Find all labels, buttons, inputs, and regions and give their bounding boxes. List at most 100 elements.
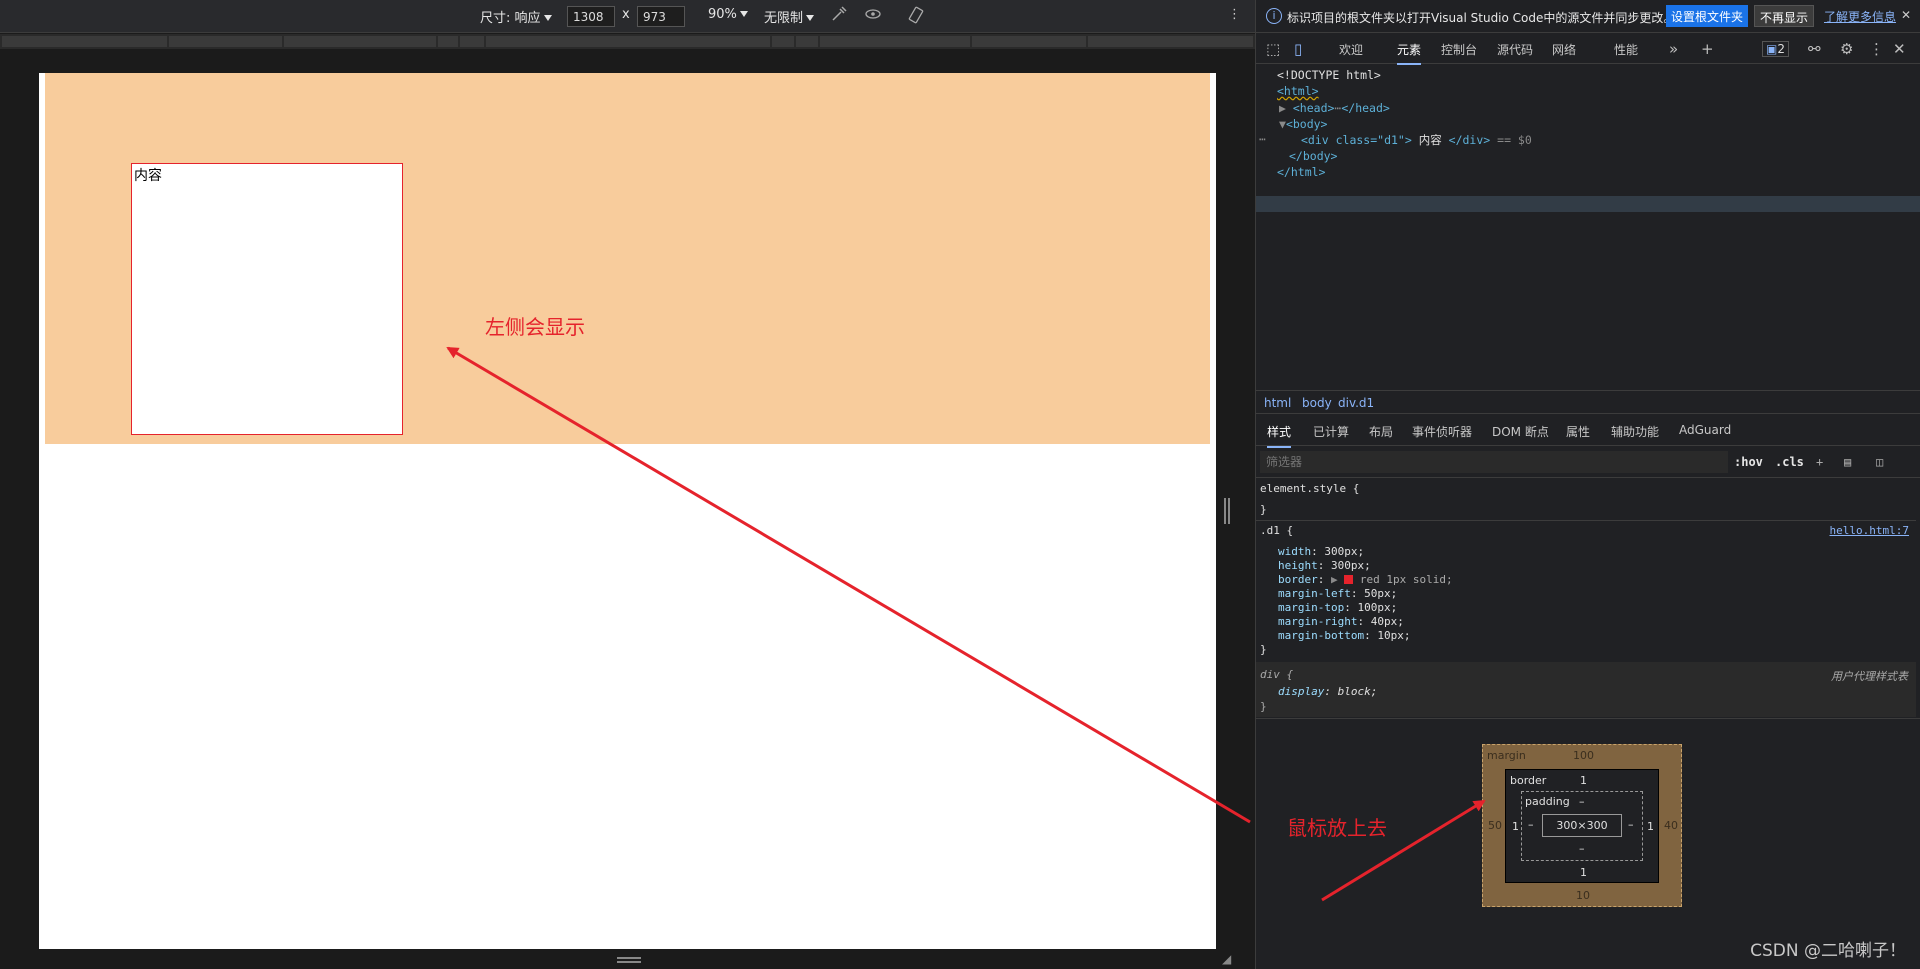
margin-bottom-value[interactable]: 10 bbox=[1576, 889, 1590, 902]
style-prop-margin-bottom[interactable]: margin-bottom: 10px; bbox=[1278, 629, 1410, 642]
box-model-padding[interactable]: padding – – – – 300×300 bbox=[1521, 791, 1643, 861]
expand-arrow-icon[interactable]: ▶ bbox=[1279, 101, 1286, 115]
row-ellipsis-icon[interactable]: ⋯ bbox=[1259, 132, 1266, 146]
border-left-value[interactable]: 1 bbox=[1512, 820, 1519, 833]
width-input[interactable] bbox=[567, 6, 615, 27]
style-prop-border[interactable]: border: ▶ red 1px solid; bbox=[1278, 573, 1453, 586]
tab-elements[interactable]: 元素 bbox=[1397, 41, 1422, 65]
div-d1[interactable]: 内容 bbox=[131, 163, 403, 435]
ruler-segment[interactable] bbox=[169, 36, 282, 47]
hov-toggle[interactable]: :hov bbox=[1734, 455, 1763, 469]
ruler-segment[interactable] bbox=[460, 36, 484, 47]
tab-performance[interactable]: 性能 bbox=[1614, 41, 1638, 58]
paint-icon[interactable]: ▤ bbox=[1844, 455, 1851, 469]
eyedropper-icon[interactable] bbox=[830, 5, 848, 27]
device-toggle-icon[interactable]: ▯ bbox=[1294, 40, 1302, 58]
subtab-event-listeners[interactable]: 事件侦听器 bbox=[1412, 423, 1472, 440]
bottom-resize-handle[interactable] bbox=[617, 957, 641, 963]
padding-left-value[interactable]: – bbox=[1528, 818, 1534, 831]
subtab-styles[interactable]: 样式 bbox=[1267, 423, 1292, 448]
side-resize-handle[interactable] bbox=[1224, 498, 1230, 524]
gear-icon[interactable]: ⚙ bbox=[1840, 40, 1853, 58]
dom-html[interactable]: <html> bbox=[1277, 84, 1319, 98]
style-prop-width[interactable]: width: 300px; bbox=[1278, 545, 1364, 558]
issues-badge[interactable]: ▣2 bbox=[1762, 41, 1789, 57]
style-prop-margin-right[interactable]: margin-right: 40px; bbox=[1278, 615, 1404, 628]
d1-selector[interactable]: .d1 { bbox=[1260, 524, 1293, 537]
ruler-segment[interactable] bbox=[772, 36, 794, 47]
margin-top-value[interactable]: 100 bbox=[1573, 749, 1594, 762]
box-model-margin[interactable]: margin 100 50 40 10 border 1 1 1 1 paddi… bbox=[1482, 744, 1682, 907]
more-options-icon[interactable]: ⋮ bbox=[1228, 7, 1241, 22]
crumb-div-d1[interactable]: div.d1 bbox=[1338, 396, 1374, 410]
d1-source-link[interactable]: hello.html:7 bbox=[1830, 524, 1909, 537]
padding-bottom-value[interactable]: – bbox=[1579, 842, 1585, 855]
dom-doctype[interactable]: <!DOCTYPE html> bbox=[1277, 68, 1381, 82]
selected-node-row[interactable] bbox=[1256, 196, 1920, 212]
dom-html-close[interactable]: </html> bbox=[1277, 165, 1325, 179]
subtab-layout[interactable]: 布局 bbox=[1369, 423, 1393, 440]
box-model-content[interactable]: 300×300 bbox=[1542, 814, 1622, 837]
add-tab-icon[interactable]: + bbox=[1701, 40, 1714, 58]
more-tabs-icon[interactable]: » bbox=[1669, 40, 1678, 58]
tab-network[interactable]: 网络 bbox=[1552, 41, 1576, 58]
crumb-html[interactable]: html bbox=[1264, 396, 1291, 410]
new-rule-icon[interactable]: + bbox=[1816, 455, 1823, 469]
border-top-value[interactable]: 1 bbox=[1580, 774, 1587, 787]
ruler-segment[interactable] bbox=[1088, 36, 1253, 47]
sidebar-toggle-icon[interactable]: ◫ bbox=[1876, 455, 1883, 469]
subtab-accessibility[interactable]: 辅助功能 bbox=[1611, 423, 1659, 440]
inspect-icon[interactable]: ⬚ bbox=[1266, 40, 1280, 58]
style-prop-height[interactable]: height: 300px; bbox=[1278, 559, 1371, 572]
color-swatch[interactable] bbox=[1344, 575, 1354, 584]
throttle-dropdown[interactable]: 无限制 bbox=[764, 7, 815, 26]
padding-top-value[interactable]: – bbox=[1579, 795, 1585, 808]
ruler-segment[interactable] bbox=[2, 36, 167, 47]
ruler-segment[interactable] bbox=[284, 36, 436, 47]
corner-resize-icon[interactable]: ◢ bbox=[1222, 952, 1231, 966]
ruler-segment[interactable] bbox=[438, 36, 458, 47]
tab-sources[interactable]: 源代码 bbox=[1497, 41, 1533, 58]
collapse-arrow-icon[interactable]: ▼ bbox=[1279, 117, 1286, 131]
expand-arrow-icon[interactable]: ▶ bbox=[1331, 573, 1338, 586]
filter-input[interactable] bbox=[1260, 451, 1728, 473]
more-options-icon[interactable]: ⋮ bbox=[1869, 40, 1884, 58]
element-style-selector[interactable]: element.style { bbox=[1260, 482, 1359, 495]
style-prop-margin-top[interactable]: margin-top: 100px; bbox=[1278, 601, 1397, 614]
border-right-value[interactable]: 1 bbox=[1647, 820, 1654, 833]
margin-left-value[interactable]: 50 bbox=[1488, 819, 1502, 832]
padding-right-value[interactable]: – bbox=[1628, 818, 1634, 831]
close-icon[interactable]: ✕ bbox=[1896, 5, 1916, 27]
subtab-properties[interactable]: 属性 bbox=[1566, 423, 1590, 440]
box-model-border[interactable]: border 1 1 1 1 padding – – – – 300×300 bbox=[1505, 769, 1659, 883]
dimensions-dropdown[interactable]: 尺寸: 响应 bbox=[480, 7, 552, 26]
tab-welcome[interactable]: 欢迎 bbox=[1339, 41, 1363, 58]
dont-show-again-button[interactable]: 不再显示 bbox=[1754, 5, 1815, 27]
border-bottom-value[interactable]: 1 bbox=[1580, 866, 1587, 879]
ruler-segment[interactable] bbox=[486, 36, 770, 47]
subtab-computed[interactable]: 已计算 bbox=[1313, 423, 1349, 440]
tab-console[interactable]: 控制台 bbox=[1441, 41, 1477, 58]
ua-prop-display[interactable]: display: block; bbox=[1278, 685, 1377, 698]
rotate-icon[interactable] bbox=[906, 5, 926, 29]
ruler-segment[interactable] bbox=[972, 36, 1086, 47]
zoom-dropdown[interactable]: 90% bbox=[708, 7, 748, 22]
margin-right-value[interactable]: 40 bbox=[1664, 819, 1678, 832]
dom-head[interactable]: ▶ <head>⋯</head> bbox=[1279, 101, 1390, 115]
set-root-folder-button[interactable]: 设置根文件夹 bbox=[1666, 5, 1749, 27]
close-devtools-icon[interactable]: ✕ bbox=[1893, 40, 1906, 58]
cls-toggle[interactable]: .cls bbox=[1775, 455, 1804, 469]
ruler-segment[interactable] bbox=[796, 36, 818, 47]
connect-icon[interactable]: ⚯ bbox=[1808, 40, 1821, 58]
subtab-dom-breakpoints[interactable]: DOM 断点 bbox=[1492, 423, 1549, 440]
height-input[interactable] bbox=[637, 6, 685, 27]
subtab-adguard[interactable]: AdGuard bbox=[1679, 423, 1731, 437]
crumb-body[interactable]: body bbox=[1302, 396, 1332, 410]
learn-more-link[interactable]: 了解更多信息 bbox=[1819, 5, 1901, 27]
ruler-segment[interactable] bbox=[820, 36, 970, 47]
style-prop-margin-left[interactable]: margin-left: 50px; bbox=[1278, 587, 1397, 600]
dom-div-d1[interactable]: <div class="d1"> 内容 </div> == $0 bbox=[1301, 132, 1532, 148]
dom-body[interactable]: ▼<body> bbox=[1279, 117, 1327, 131]
eye-icon[interactable] bbox=[864, 5, 882, 27]
ua-selector[interactable]: div { bbox=[1260, 668, 1293, 681]
